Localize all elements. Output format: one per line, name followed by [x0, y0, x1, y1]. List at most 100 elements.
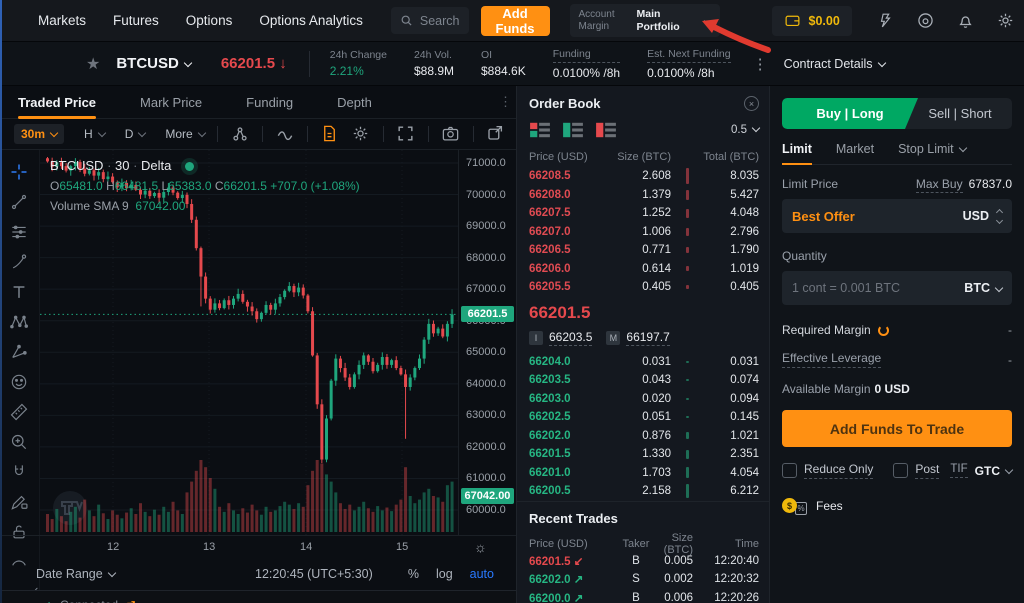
bid-row[interactable]: 66203.50.0430.074 — [517, 371, 769, 390]
tab-depth[interactable]: Depth — [337, 86, 372, 119]
add-funds-button[interactable]: Add Funds — [481, 6, 550, 36]
tab-traded-price[interactable]: Traded Price — [18, 86, 96, 119]
forecast-icon[interactable] — [9, 342, 31, 362]
magnet-icon[interactable] — [9, 462, 31, 482]
ask-row[interactable]: 66208.01.3795.427 — [517, 186, 769, 205]
close-icon[interactable]: × — [744, 96, 759, 111]
nav-item-options-analytics[interactable]: Options Analytics — [259, 13, 363, 28]
reduce-only-checkbox[interactable] — [782, 463, 797, 478]
timeframe-d[interactable]: D — [125, 127, 146, 141]
mark-price: M66197.7 — [606, 330, 669, 345]
nav-item-options[interactable]: Options — [186, 13, 233, 28]
tif-selector[interactable]: GTC — [975, 464, 1012, 478]
date-range-button[interactable]: Date Range — [36, 567, 115, 581]
ask-row[interactable]: 66207.51.2524.048 — [517, 204, 769, 223]
favorite-star-icon[interactable]: ★ — [86, 54, 100, 74]
add-funds-to-trade-button[interactable]: Add Funds To Trade — [782, 410, 1012, 447]
horizontal-lines-icon[interactable] — [9, 222, 31, 242]
required-margin-label: Required Margin — [782, 323, 889, 337]
drawing-lock-icon[interactable] — [9, 492, 31, 512]
ohlc-value: 66201.5 — [224, 179, 271, 193]
ruler-icon[interactable] — [9, 402, 31, 422]
chart-style-icon[interactable] — [230, 124, 250, 144]
bid-row[interactable]: 66200.52.1586.212 — [517, 482, 769, 501]
portfolio-selector[interactable]: Account Margin Main Portfolio — [570, 4, 720, 37]
buy-long-tab[interactable]: Buy | Long — [782, 98, 918, 129]
chart-settings-gear-icon[interactable] — [351, 124, 371, 144]
ask-row[interactable]: 66207.01.0062.796 — [517, 223, 769, 242]
stat-label: Est. Next Funding — [647, 48, 730, 63]
camera-icon[interactable] — [441, 124, 461, 144]
bell-icon[interactable] — [956, 11, 975, 30]
trend-line-icon[interactable] — [9, 192, 31, 212]
both-sides-view-icon[interactable] — [529, 121, 551, 139]
bid-row[interactable]: 66202.00.8761.021 — [517, 427, 769, 446]
interval-selector[interactable]: 30m — [14, 124, 64, 144]
gear-icon[interactable] — [996, 11, 1015, 30]
ask-row[interactable]: 66208.52.6088.035 — [517, 167, 769, 186]
axis-settings-sun-icon[interactable]: ☼ — [474, 539, 487, 555]
order-tab-limit[interactable]: Limit — [782, 142, 812, 164]
ask-row[interactable]: 66206.00.6141.019 — [517, 260, 769, 279]
bid-row[interactable]: 66201.51.3302.351 — [517, 445, 769, 464]
ohlc-value: 65383.0 — [168, 179, 215, 193]
symbol-selector[interactable]: BTCUSD — [116, 55, 191, 72]
tab-funding[interactable]: Funding — [246, 86, 293, 119]
ask-row[interactable]: 66206.50.7711.790 — [517, 241, 769, 260]
order-tab-stop-limit[interactable]: Stop Limit — [898, 142, 966, 164]
group-size-selector[interactable]: 0.5 — [731, 124, 759, 136]
bid-row[interactable]: 66201.01.7034.054 — [517, 464, 769, 483]
more-options-icon[interactable]: ⋮ — [753, 55, 768, 73]
brush-icon[interactable] — [9, 252, 31, 272]
search-input[interactable]: Search — [391, 7, 469, 34]
nav-item-futures[interactable]: Futures — [113, 13, 159, 28]
xabcd-pattern-icon[interactable] — [9, 312, 31, 332]
order-tab-market[interactable]: Market — [836, 142, 874, 164]
ask-row[interactable]: 66205.50.4050.405 — [517, 278, 769, 297]
log-scale-button[interactable]: log — [436, 567, 453, 581]
panel-drag-handle-icon[interactable]: ⋮ — [499, 94, 512, 110]
indicators-doc-icon[interactable] — [320, 124, 340, 144]
trade-row[interactable]: 66200.0 ↗B0.00612:20:26 — [517, 589, 769, 603]
stat-value: $884.6K — [481, 64, 526, 78]
post-checkbox[interactable] — [893, 463, 908, 478]
ticker-stat-3: Funding0.0100% /8h — [553, 48, 620, 80]
asks-view-icon[interactable] — [595, 121, 617, 139]
wallet-balance[interactable]: $0.00 — [772, 6, 852, 36]
price-axis[interactable]: 71000.070000.069000.068000.067000.066000… — [458, 150, 517, 535]
curve-icon[interactable] — [275, 124, 295, 144]
contract-details-link[interactable]: Contract Details — [784, 57, 885, 71]
bid-row[interactable]: 66204.00.0310.031 — [517, 353, 769, 372]
sell-short-tab[interactable]: Sell | Short — [908, 98, 1012, 129]
nav-item-markets[interactable]: Markets — [38, 13, 86, 28]
external-link-icon[interactable] — [125, 600, 136, 603]
quantity-input[interactable]: 1 cont = 0.001 BTC BTC — [782, 271, 1012, 305]
tab-mark-price[interactable]: Mark Price — [140, 86, 202, 119]
auto-scale-button[interactable]: auto — [470, 567, 494, 581]
crosshair-icon[interactable] — [9, 162, 31, 182]
support-icon[interactable] — [916, 11, 935, 30]
fees-row[interactable]: $ % Fees — [782, 496, 1012, 515]
quantity-unit-selector[interactable]: BTC — [964, 281, 1002, 295]
recent-trades-list: 66201.5 ↙B0.00512:20:4066202.0 ↗S0.00212… — [517, 552, 769, 603]
limit-price-input[interactable]: Best Offer USD — [782, 199, 1012, 233]
price-chart[interactable]: BTCUSD · 30 · Delta O65481.0 H66481.5 L6… — [40, 150, 458, 535]
trade-row[interactable]: 66202.0 ↗S0.00212:20:32 — [517, 570, 769, 589]
popout-icon[interactable] — [486, 124, 506, 144]
trade-taker: B — [615, 592, 657, 603]
time-axis[interactable]: 12131415 ☼ — [0, 535, 516, 558]
bid-row[interactable]: 66202.50.0510.145 — [517, 408, 769, 427]
text-icon[interactable] — [9, 282, 31, 302]
price-tick: 65000.0 — [466, 346, 506, 358]
bids-view-icon[interactable] — [562, 121, 584, 139]
price-stepper[interactable] — [997, 210, 1002, 223]
bid-row[interactable]: 66203.00.0200.094 — [517, 390, 769, 409]
trade-row[interactable]: 66201.5 ↙B0.00512:20:40 — [517, 552, 769, 571]
zoom-in-icon[interactable] — [9, 432, 31, 452]
transfer-icon[interactable] — [876, 11, 895, 30]
timeframe-h[interactable]: H — [84, 127, 105, 141]
percent-scale-button[interactable]: % — [408, 567, 419, 581]
emoji-icon[interactable] — [9, 372, 31, 392]
timeframe-more[interactable]: More — [165, 127, 204, 141]
fullscreen-icon[interactable] — [396, 124, 416, 144]
